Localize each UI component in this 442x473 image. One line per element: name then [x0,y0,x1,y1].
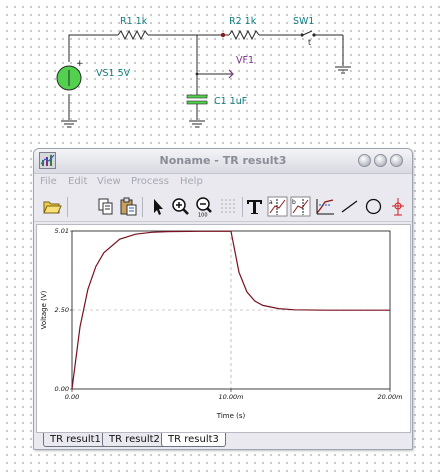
paste-icon[interactable] [118,196,139,217]
open-folder-icon[interactable] [41,196,62,217]
ellipse-tool-icon[interactable] [363,196,384,217]
y-tick-label: 5.01 [55,227,69,235]
svg-text:t: t [308,38,311,47]
close-button[interactable] [390,154,403,167]
source-plus-sign: + [76,59,84,69]
zoom-out-icon[interactable]: 100 [194,196,215,217]
y-tick-label: 0.00 [55,385,69,393]
x-tick-label: 20.00m [378,393,403,401]
x-tick-label: 10.00m [219,393,244,401]
y-axis-title: Voltage (V) [40,290,48,329]
ground-symbol-capacitor [189,120,205,128]
svg-text:a: a [269,199,273,206]
result-window[interactable]: Noname - TR result3 File Edit View Proce… [33,148,413,450]
resistor-r2[interactable] [228,29,260,41]
circuit-schematic[interactable]: t + R1 1k R2 1k SW1 VS1 5V VF1 C1 1uF [0,0,442,145]
label-vf1: VF1 [236,55,254,66]
window-title: Noname - TR result3 [159,154,287,167]
menu-bar: File Edit View Process Help [34,174,412,192]
resistor-r1[interactable] [117,29,149,41]
grid-icon[interactable] [218,196,239,217]
text-tool-icon[interactable] [244,196,265,217]
label-vs1: VS1 5V [96,68,131,79]
result-tabs: TR result1 TR result2 TR result3 [34,432,412,448]
menu-edit[interactable]: Edit [68,176,87,187]
label-r2: R2 1k [229,16,257,27]
x-tick-label: 0.00 [65,393,79,401]
minimize-button[interactable] [358,154,371,167]
tab-tr-result3[interactable]: TR result3 [161,433,226,447]
svg-text:b: b [292,199,296,206]
zoom-in-icon[interactable] [170,196,191,217]
line-tool-icon[interactable] [339,196,360,217]
switch-sw1[interactable] [302,30,313,36]
transient-chart[interactable]: 0.00 10.00m 20.00m 0.00 2.50 5.01 Time (s) Vo… [37,225,410,432]
label-c1: C1 1uF [214,96,247,107]
label-r1: R1 1k [120,16,148,27]
x-axis-title: Time (s) [216,412,246,420]
marker-icon[interactable] [388,196,409,217]
curve-fit-icon[interactable] [315,196,336,217]
y-tick-label: 2.50 [55,306,69,314]
copy-icon[interactable] [95,196,116,217]
tab-tr-result1[interactable]: TR result1 [43,433,108,447]
window-titlebar[interactable]: Noname - TR result3 [34,149,412,174]
label-sw1: SW1 [293,16,314,27]
capacitor-c1[interactable] [186,94,208,99]
toolbar: 100 a b [34,193,412,222]
menu-process[interactable]: Process [131,176,169,187]
cursor-a-icon[interactable]: a [267,196,288,217]
menu-file[interactable]: File [40,176,57,187]
menu-view[interactable]: View [97,176,121,187]
select-arrow-icon[interactable] [147,196,168,217]
ground-symbol-switch [335,66,351,74]
chart-ticks: 0.00 10.00m 20.00m 0.00 2.50 5.01 [55,227,403,401]
plot-area[interactable]: 0.00 10.00m 20.00m 0.00 2.50 5.01 Time (s) Vo… [36,224,411,433]
wire-source-top[interactable] [68,34,118,62]
maximize-button[interactable] [374,154,387,167]
ground-symbol-source [61,120,77,128]
cursor-b-icon[interactable]: b [290,196,311,217]
svg-text:100: 100 [198,213,208,218]
menu-help[interactable]: Help [180,176,203,187]
junction-node [220,32,226,38]
tab-tr-result2[interactable]: TR result2 [102,433,167,447]
